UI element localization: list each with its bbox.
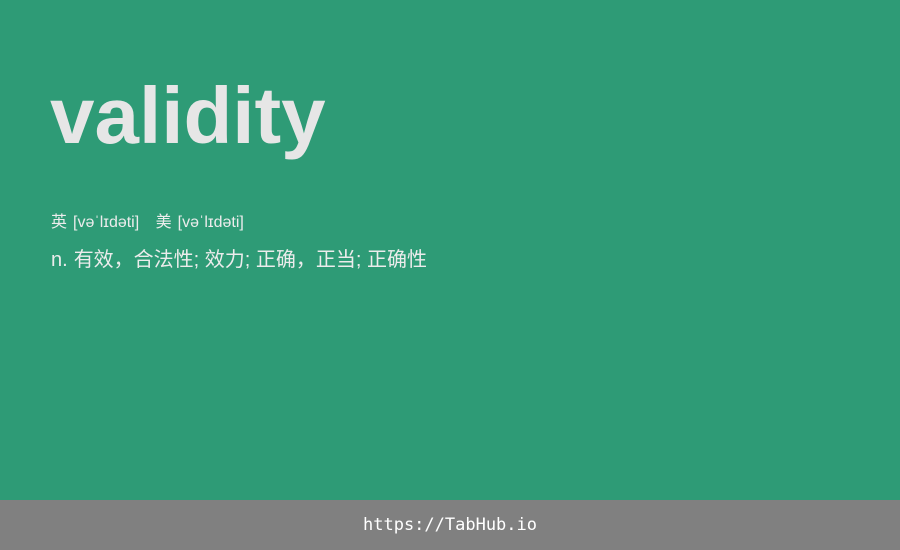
phonetics-row: 英 [vəˈlɪdəti] 美 [vəˈlɪdəti] bbox=[51, 212, 244, 234]
definition-row: n. 有效，合法性; 效力; 正确，正当; 正确性 bbox=[51, 246, 427, 274]
word-card: validity 英 [vəˈlɪdəti] 美 [vəˈlɪdəti] n. 有效，… bbox=[0, 0, 900, 500]
part-of-speech: n. bbox=[51, 249, 68, 271]
footer-link[interactable]: https://TabHub.io bbox=[363, 515, 537, 535]
footer-bar: https://TabHub.io bbox=[0, 500, 900, 550]
phonetic-uk-ipa: [vəˈlɪdəti] bbox=[73, 214, 140, 231]
phonetic-uk-label: 英 bbox=[51, 214, 68, 231]
phonetic-uk: 英 [vəˈlɪdəti] bbox=[51, 212, 139, 234]
phonetic-us-label: 美 bbox=[155, 214, 172, 231]
phonetic-us-ipa: [vəˈlɪdəti] bbox=[177, 214, 244, 231]
word-title: validity bbox=[50, 71, 326, 160]
phonetic-us: 美 [vəˈlɪdəti] bbox=[156, 212, 244, 234]
definition-text: 有效，合法性; 效力; 正确，正当; 正确性 bbox=[73, 249, 428, 271]
